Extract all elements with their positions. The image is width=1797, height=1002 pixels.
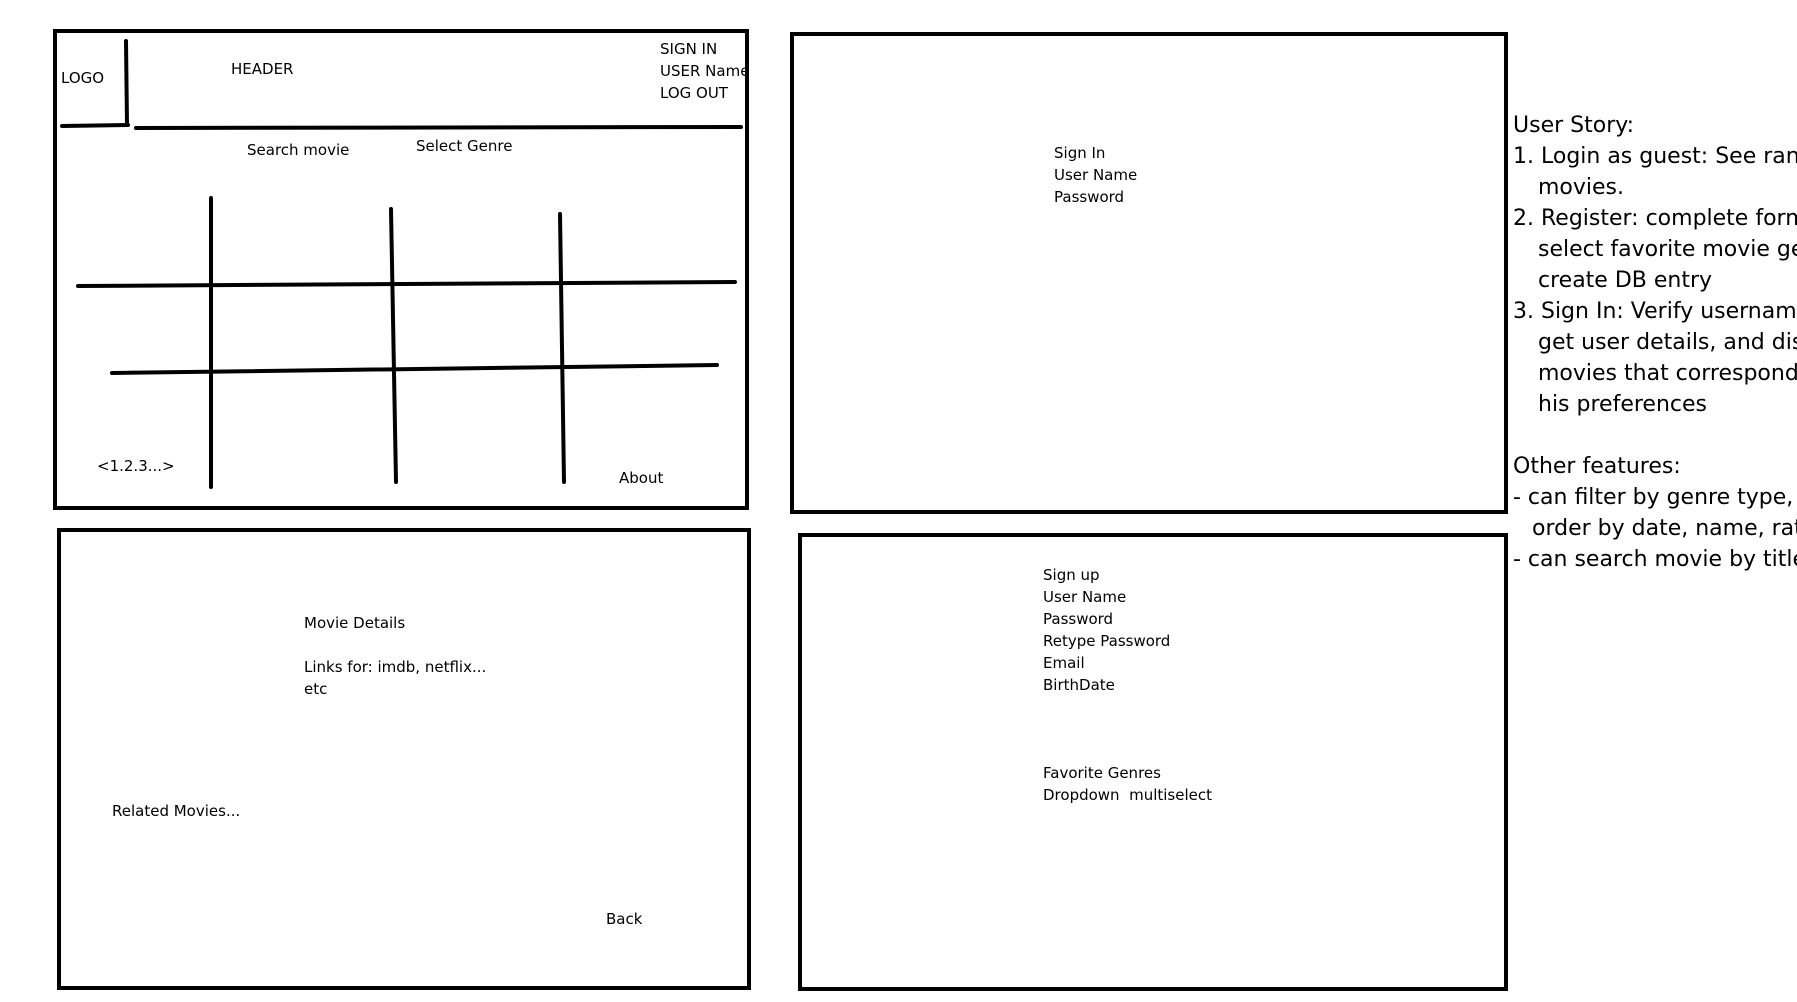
logo[interactable]: LOGO <box>61 67 104 89</box>
story-item-3-cont: movies that correspond to <box>1538 361 1797 386</box>
signin-panel-frame <box>790 32 1508 514</box>
grid-line-h1 <box>76 280 737 288</box>
favorite-genres-label: Favorite Genres <box>1043 764 1161 782</box>
header-label: HEADER <box>231 60 294 78</box>
grid-line-v2 <box>389 207 398 484</box>
story-item-3-cont: get user details, and display <box>1538 330 1797 355</box>
user-story-notes: User Story: 1. Login as guest: See rando… <box>1513 110 1797 575</box>
select-genre-dropdown[interactable]: Select Genre <box>416 135 512 157</box>
feature-item-1-cont: order by date, name, rate <box>1532 516 1797 541</box>
sign-in-link[interactable]: SIGN IN <box>660 38 747 60</box>
signin-form: Sign In User Name Password <box>1054 142 1137 208</box>
details-panel-frame <box>57 528 751 990</box>
feature-item-1: - can filter by genre type, <box>1513 485 1794 510</box>
movie-links[interactable]: Links for: imdb, netflix... <box>304 656 486 678</box>
movie-details-title: Movie Details <box>304 614 406 632</box>
pagination[interactable]: <1.2.3...> <box>97 455 175 477</box>
other-features-heading: Other features: <box>1513 454 1681 479</box>
story-item-3-cont: his preferences <box>1538 392 1707 417</box>
user-story-heading: User Story: <box>1513 113 1635 138</box>
story-item-2: 2. Register: complete formular, <box>1513 206 1797 231</box>
signin-password-field[interactable]: Password <box>1054 186 1137 208</box>
related-movies[interactable]: Related Movies... <box>112 800 240 822</box>
story-item-3: 3. Sign In: Verify username, <box>1513 299 1797 324</box>
movie-links-etc: etc <box>304 680 328 698</box>
search-movie-input[interactable]: Search movie <box>247 139 349 161</box>
signup-birthdate-field[interactable]: BirthDate <box>1043 674 1170 696</box>
story-item-1-cont: movies. <box>1538 175 1625 200</box>
notes-spacer <box>1513 420 1797 451</box>
about-link[interactable]: About <box>619 467 663 489</box>
signup-username-field[interactable]: User Name <box>1043 586 1170 608</box>
logo-divider-horizontal <box>60 123 130 128</box>
story-item-2-cont: select favorite movie genres, <box>1538 237 1797 262</box>
logo-divider-vertical <box>124 39 129 127</box>
back-button[interactable]: Back <box>606 908 642 930</box>
log-out-link[interactable]: LOG OUT <box>660 82 747 104</box>
story-item-1: 1. Login as guest: See random <box>1513 144 1797 169</box>
signup-email-field[interactable]: Email <box>1043 652 1170 674</box>
feature-item-2: - can search movie by title <box>1513 547 1797 572</box>
header-rule <box>134 125 743 130</box>
signup-password-field[interactable]: Password <box>1043 608 1170 630</box>
signin-username-field[interactable]: User Name <box>1054 164 1137 186</box>
grid-line-h2 <box>110 363 719 375</box>
home-panel-frame <box>53 29 749 510</box>
grid-line-v3 <box>558 212 566 484</box>
story-item-2-cont: create DB entry <box>1538 268 1713 293</box>
signup-title: Sign up <box>1043 566 1100 584</box>
favorite-genres-dropdown[interactable]: Dropdown multiselect <box>1043 784 1212 806</box>
account-links: SIGN IN USER Name LOG OUT <box>660 38 747 104</box>
signin-title: Sign In <box>1054 144 1106 162</box>
signup-retype-password-field[interactable]: Retype Password <box>1043 630 1170 652</box>
user-name-link[interactable]: USER Name <box>660 60 747 82</box>
signup-form: Sign up User Name Password Retype Passwo… <box>1043 564 1170 696</box>
favorite-genres: Favorite Genres Dropdown multiselect <box>1043 762 1212 806</box>
